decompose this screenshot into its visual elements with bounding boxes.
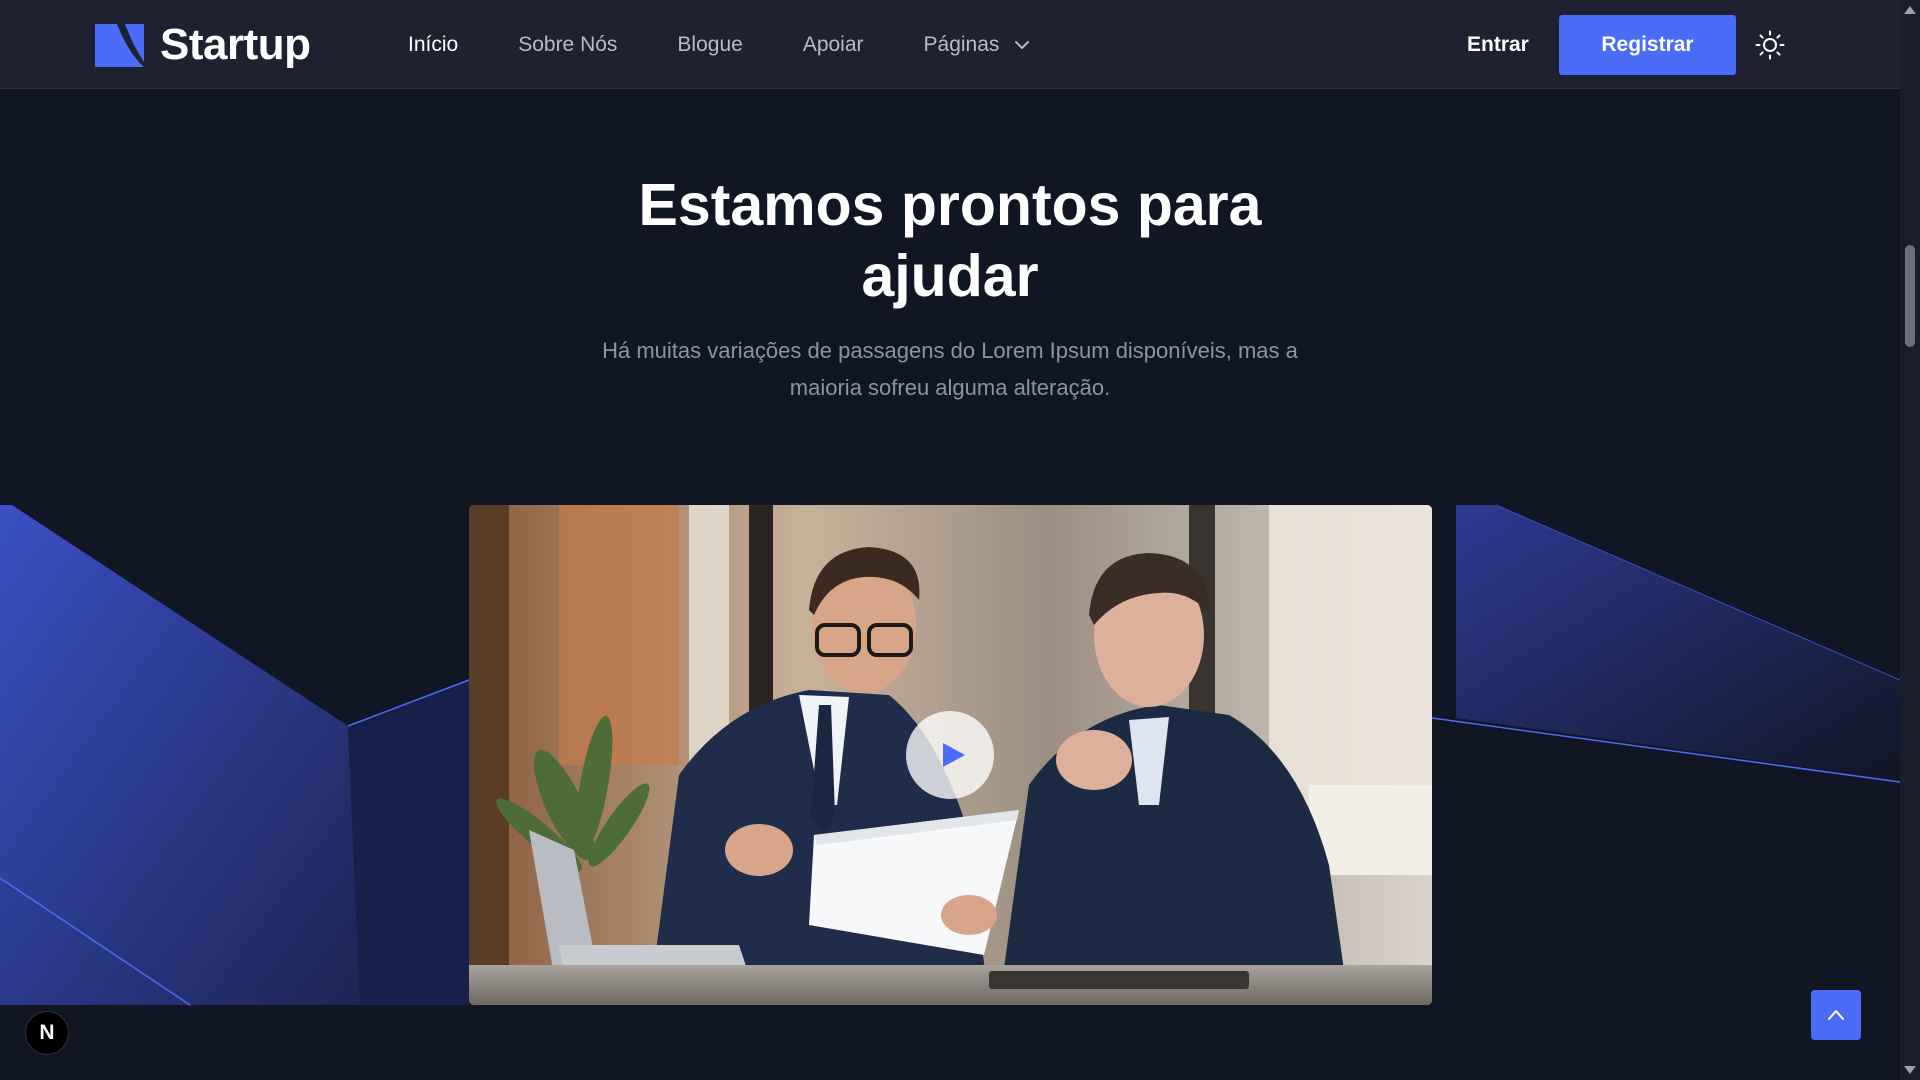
brand-logo[interactable]: Startup xyxy=(95,20,311,70)
section-subtitle: Há muitas variações de passagens do Lore… xyxy=(602,338,1298,400)
play-button[interactable] xyxy=(906,711,994,799)
nav-item-apoiar[interactable]: Apoiar xyxy=(803,33,864,57)
section-title: Estamos prontos para ajudar xyxy=(638,172,1262,309)
nav-item-paginas[interactable]: Páginas xyxy=(924,33,1032,57)
nav-item-inicio[interactable]: Início xyxy=(408,33,458,57)
video-thumbnail[interactable] xyxy=(469,505,1432,1005)
scroll-down-arrow[interactable] xyxy=(1904,1066,1916,1074)
signin-link[interactable]: Entrar xyxy=(1467,0,1529,89)
nav-item-sobre-nos[interactable]: Sobre Nós xyxy=(518,33,617,57)
scroll-thumb[interactable] xyxy=(1905,245,1915,347)
signup-button[interactable]: Registrar xyxy=(1559,15,1736,75)
nav-item-paginas-label: Páginas xyxy=(923,32,1000,56)
site-header: Startup Início Sobre Nós Blogue Apoiar P… xyxy=(0,0,1900,89)
scroll-up-arrow[interactable] xyxy=(1904,6,1916,14)
chevron-up-icon xyxy=(1828,1010,1844,1020)
play-icon xyxy=(943,743,965,767)
main-nav: Início Sobre Nós Blogue Apoiar Páginas xyxy=(408,0,1031,89)
nextjs-badge[interactable]: N xyxy=(25,1011,69,1055)
back-to-top-button[interactable] xyxy=(1811,990,1861,1040)
brand-name: Startup xyxy=(160,20,311,69)
logo-icon xyxy=(95,23,144,67)
sun-icon[interactable] xyxy=(1755,30,1785,60)
page-scrollbar[interactable] xyxy=(1900,0,1920,1080)
nextjs-badge-label: N xyxy=(39,1021,55,1044)
nav-item-blogue[interactable]: Blogue xyxy=(677,33,742,57)
chevron-down-icon xyxy=(1015,40,1030,49)
